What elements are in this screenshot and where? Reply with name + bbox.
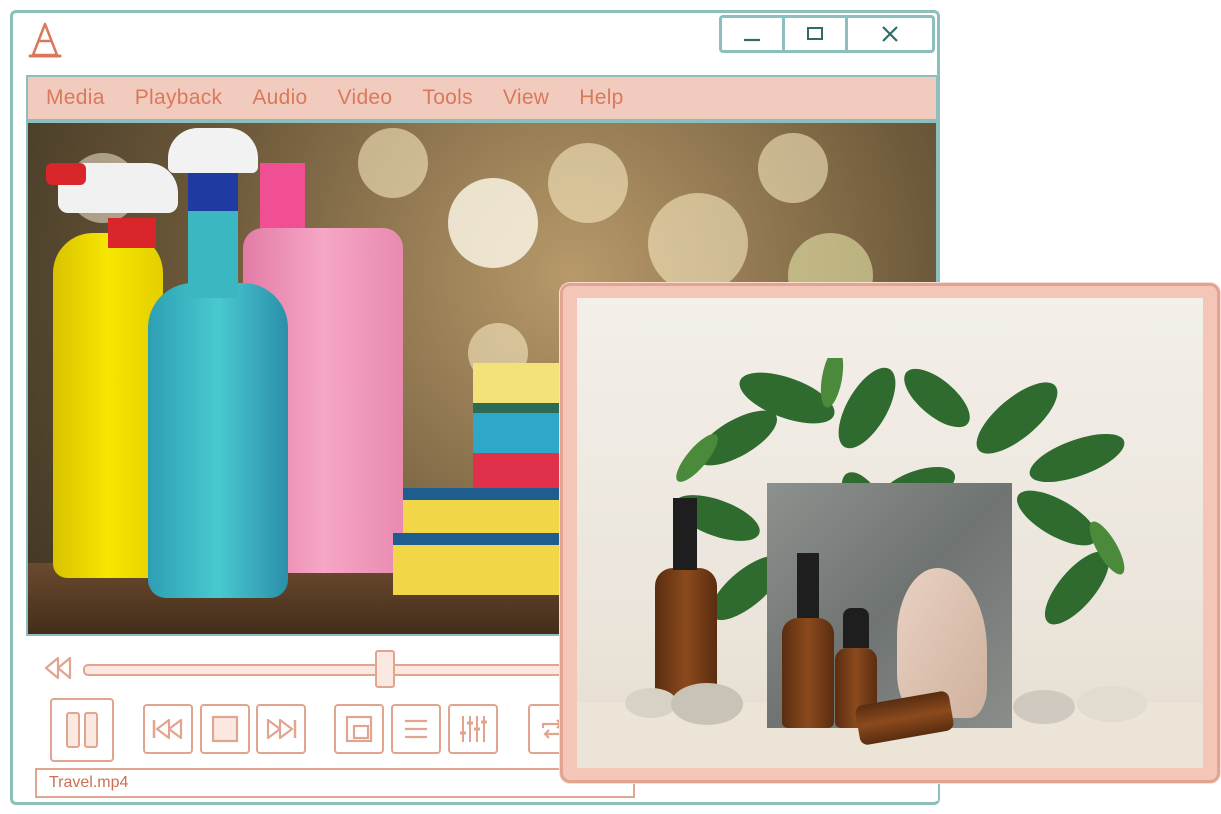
amber-bottle-large [655,568,717,698]
stop-icon [211,715,239,743]
pause-icon [66,712,98,748]
amber-bottle-cap [673,498,697,570]
pause-button[interactable] [50,698,114,762]
minimize-button[interactable] [722,18,785,50]
photo-frame [560,283,1220,783]
menu-item-media[interactable]: Media [46,86,105,110]
menu-item-playback[interactable]: Playback [135,86,223,110]
bokeh-light [548,143,628,223]
spa-product-photo [577,298,1203,768]
menu-item-audio[interactable]: Audio [252,86,307,110]
menu-item-tools[interactable]: Tools [422,86,473,110]
vlc-cone-logo-icon [28,22,62,58]
blue-bottle-neck [188,198,238,298]
status-bar-filename: Travel.mp4 [35,768,635,798]
yellow-bottle-cap [108,218,156,248]
previous-button[interactable] [143,704,193,754]
stop-button[interactable] [200,704,250,754]
close-button[interactable] [848,18,932,50]
maximize-button[interactable] [785,18,848,50]
red-nozzle [46,163,86,185]
bokeh-light [358,128,428,198]
menu-item-video[interactable]: Video [338,86,393,110]
amber-bottle-cap [843,608,869,648]
pebble [671,683,743,725]
equalizer-button[interactable] [448,704,498,754]
playlist-button[interactable] [391,704,441,754]
equalizer-icon [460,716,487,742]
pebble [1077,686,1147,722]
maximize-icon [807,27,823,40]
playlist-icon [405,719,427,739]
amber-bottle-cap [797,553,819,618]
fullscreen-icon [345,715,373,743]
sponge-stack [393,533,563,595]
close-icon [882,26,898,42]
pink-jug-cap [260,163,305,228]
minimize-icon [744,38,760,42]
bokeh-light [648,193,748,293]
rewind-icon[interactable] [42,654,74,682]
seek-handle[interactable] [375,650,395,688]
blue-spray-bottle [148,283,288,598]
fullscreen-button[interactable] [334,704,384,754]
amber-bottle-spray [782,618,834,728]
yellow-spray-bottle [53,233,163,578]
window-controls [719,15,935,53]
menu-item-view[interactable]: View [503,86,549,110]
pebble [1013,690,1075,724]
sponge-stack [473,363,573,413]
next-icon [266,718,297,740]
menu-item-help[interactable]: Help [579,86,623,110]
sponge-stack [473,413,573,453]
menu-bar: Media Playback Audio Video Tools View He… [26,75,938,121]
pebble [625,688,677,718]
white-trigger-head [168,128,258,173]
blue-bottle-cap [188,173,238,211]
bokeh-light [448,178,538,268]
bokeh-light [758,133,828,203]
next-button[interactable] [256,704,306,754]
previous-icon [152,718,183,740]
